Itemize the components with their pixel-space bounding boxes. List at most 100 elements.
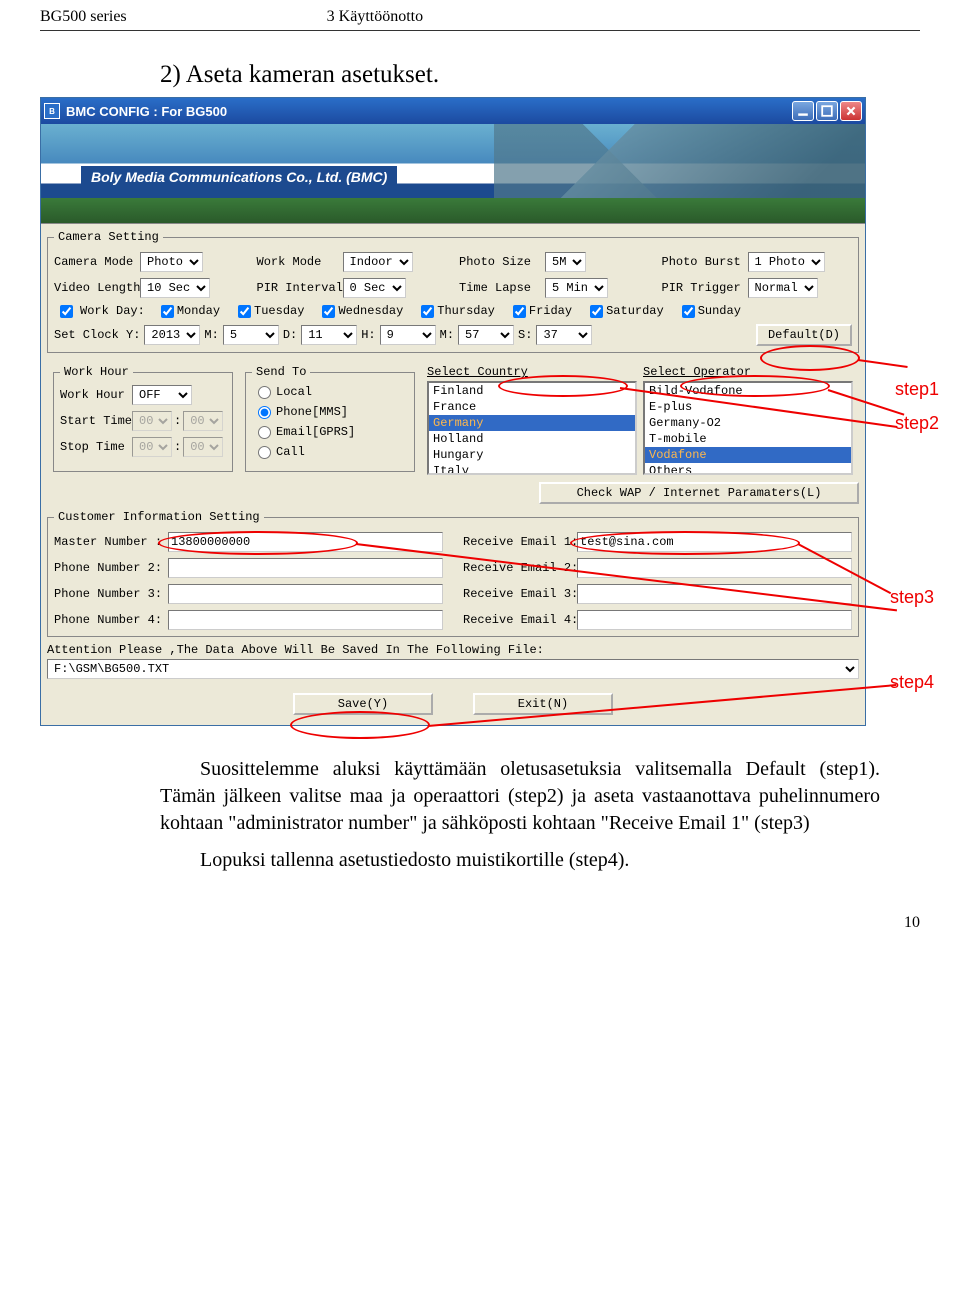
titlebar[interactable]: B BMC CONFIG : For BG500: [41, 98, 865, 124]
banner: Boly Media Communications Co., Ltd. (BMC…: [41, 124, 865, 224]
filepath-select[interactable]: F:\GSM\BG500.TXT: [47, 659, 859, 679]
pir-trigger-select[interactable]: Normal: [748, 278, 818, 298]
saturday-checkbox[interactable]: [590, 305, 603, 318]
work-hour-legend: Work Hour: [60, 365, 133, 379]
phone-3-input[interactable]: [168, 584, 443, 604]
app-icon: B: [44, 103, 60, 119]
clock-minute-select[interactable]: 57: [458, 325, 514, 345]
banner-text: Boly Media Communications Co., Ltd. (BMC…: [81, 166, 397, 188]
default-button[interactable]: Default(D): [756, 324, 852, 346]
start-hour-select: 00: [132, 411, 172, 431]
clock-s-label: S:: [518, 328, 532, 342]
list-item[interactable]: Vodafone: [645, 447, 851, 463]
list-item[interactable]: Holland: [429, 431, 635, 447]
body-para-2: Lopuksi tallenna asetustiedosto muistiko…: [160, 847, 880, 874]
save-button[interactable]: Save(Y): [293, 693, 433, 715]
stop-min-select: 00: [183, 437, 223, 457]
list-item[interactable]: Germany-O2: [645, 415, 851, 431]
stop-hour-select: 00: [132, 437, 172, 457]
phone-4-label: Phone Number 4:: [54, 613, 162, 627]
tuesday-checkbox[interactable]: [238, 305, 251, 318]
friday-label: Friday: [529, 304, 572, 318]
list-item[interactable]: E-plus: [645, 399, 851, 415]
phone-3-label: Phone Number 3:: [54, 587, 162, 601]
phone-mms-radio[interactable]: [258, 406, 271, 419]
phone-4-input[interactable]: [168, 610, 443, 630]
receive-email-1-label: Receive Email 1:: [463, 535, 571, 549]
receive-email-2-input[interactable]: [577, 558, 852, 578]
page-number: 10: [40, 914, 920, 932]
work-day-checkbox[interactable]: [60, 305, 73, 318]
work-mode-select[interactable]: Indoor: [343, 252, 413, 272]
clock-second-select[interactable]: 37: [536, 325, 592, 345]
phone-2-input[interactable]: [168, 558, 443, 578]
list-item[interactable]: Others: [645, 463, 851, 475]
step3-label: step3: [890, 587, 934, 608]
master-number-label: Master Number :: [54, 535, 162, 549]
tuesday-label: Tuesday: [254, 304, 304, 318]
time-lapse-select[interactable]: 5 Min: [545, 278, 608, 298]
clock-m-label: M:: [204, 328, 218, 342]
receive-email-1-input[interactable]: [577, 532, 852, 552]
app-window: B BMC CONFIG : For BG500 Boly Media Comm…: [40, 97, 866, 726]
receive-email-2-label: Receive Email 2:: [463, 561, 571, 575]
camera-mode-select[interactable]: Photo: [140, 252, 203, 272]
photo-size-label: Photo Size: [459, 255, 539, 269]
call-label: Call: [276, 445, 305, 459]
list-item[interactable]: Hungary: [429, 447, 635, 463]
check-params-button[interactable]: Check WAP / Internet Paramaters(L): [539, 482, 859, 504]
send-to-group: Send To Local Phone[MMS] Email[GPRS] Cal…: [245, 365, 415, 472]
customer-info-legend: Customer Information Setting: [54, 510, 264, 524]
step-heading: 2) Aseta kameran asetukset.: [160, 61, 920, 89]
saturday-label: Saturday: [606, 304, 664, 318]
close-button[interactable]: [840, 101, 862, 121]
exit-button[interactable]: Exit(N): [473, 693, 613, 715]
work-hour-group: Work Hour Work Hour OFF Start Time 00 : …: [53, 365, 233, 472]
call-radio[interactable]: [258, 446, 271, 459]
photo-burst-label: Photo Burst: [662, 255, 742, 269]
master-number-input[interactable]: [168, 532, 443, 552]
photo-burst-select[interactable]: 1 Photo: [748, 252, 825, 272]
email-gprs-radio[interactable]: [258, 426, 271, 439]
list-item[interactable]: Germany: [429, 415, 635, 431]
operator-listbox[interactable]: Bild-VodafoneE-plusGermany-O2T-mobileVod…: [643, 381, 853, 475]
thursday-checkbox[interactable]: [421, 305, 434, 318]
list-item[interactable]: T-mobile: [645, 431, 851, 447]
clock-day-select[interactable]: 11: [301, 325, 357, 345]
list-item[interactable]: Finland: [429, 383, 635, 399]
pir-interval-label: PIR Interval: [257, 281, 337, 295]
list-item[interactable]: Bild-Vodafone: [645, 383, 851, 399]
friday-checkbox[interactable]: [513, 305, 526, 318]
maximize-button[interactable]: [816, 101, 838, 121]
minimize-button[interactable]: [792, 101, 814, 121]
phone-2-label: Phone Number 2:: [54, 561, 162, 575]
clock-hour-select[interactable]: 9: [380, 325, 436, 345]
stop-time-label: Stop Time: [60, 440, 130, 454]
list-item[interactable]: Italy: [429, 463, 635, 475]
monday-checkbox[interactable]: [161, 305, 174, 318]
camera-setting-legend: Camera Setting: [54, 230, 163, 244]
sunday-checkbox[interactable]: [682, 305, 695, 318]
receive-email-3-label: Receive Email 3:: [463, 587, 571, 601]
pir-interval-select[interactable]: 0 Sec: [343, 278, 406, 298]
phone-mms-label: Phone[MMS]: [276, 405, 348, 419]
start-min-select: 00: [183, 411, 223, 431]
start-time-label: Start Time: [60, 414, 130, 428]
photo-size-select[interactable]: 5M: [545, 252, 586, 272]
receive-email-4-label: Receive Email 4:: [463, 613, 571, 627]
country-listbox[interactable]: FinlandFranceGermanyHollandHungaryItaly: [427, 381, 637, 475]
list-item[interactable]: France: [429, 399, 635, 415]
select-country-label: Select Country: [427, 365, 637, 379]
receive-email-4-input[interactable]: [577, 610, 852, 630]
wednesday-checkbox[interactable]: [322, 305, 335, 318]
clock-month-select[interactable]: 5: [223, 325, 279, 345]
local-radio[interactable]: [258, 386, 271, 399]
select-operator-label: Select Operator: [643, 365, 853, 379]
work-hour-select[interactable]: OFF: [132, 385, 192, 405]
wednesday-label: Wednesday: [338, 304, 403, 318]
pir-trigger-label: PIR Trigger: [662, 281, 742, 295]
receive-email-3-input[interactable]: [577, 584, 852, 604]
window-title: BMC CONFIG : For BG500: [66, 104, 790, 119]
video-length-select[interactable]: 10 Sec: [140, 278, 210, 298]
clock-year-select[interactable]: 2013: [144, 325, 200, 345]
